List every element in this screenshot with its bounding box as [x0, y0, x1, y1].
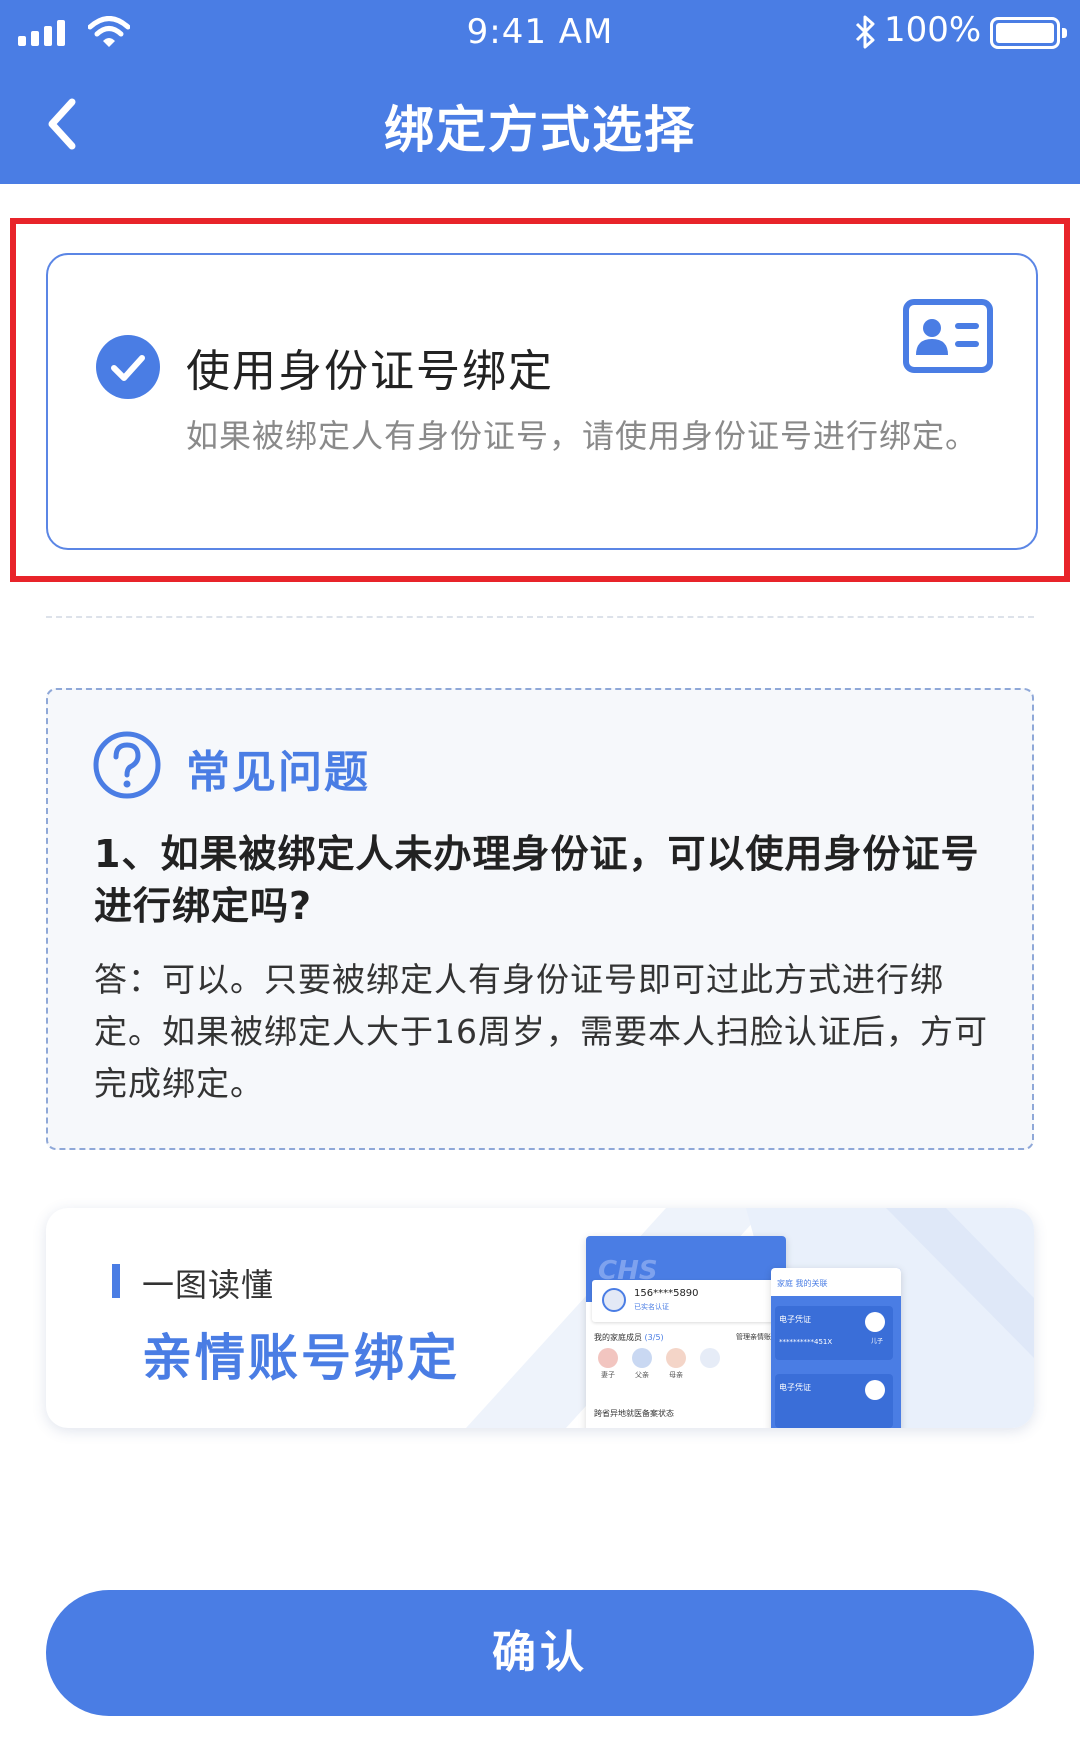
banner-subtitle: 一图读懂	[142, 1266, 275, 1304]
avatar	[602, 1288, 626, 1312]
battery-icon	[990, 17, 1067, 49]
id-binding-option[interactable]: 使用身份证号绑定 如果被绑定人有身份证号，请使用身份证号进行绑定。	[46, 253, 1038, 550]
status-bar: 9:41 AM 100%	[0, 0, 1080, 64]
faq-answer: 答：可以。只要被绑定人有身份证号即可过此方式进行绑定。如果被绑定人大于16周岁，…	[94, 960, 988, 1103]
family-account-banner[interactable]: 一图读懂 亲情账号绑定 CHS 156****5890 已实名认证 我的家庭成员…	[46, 1208, 1034, 1428]
divider	[46, 616, 1034, 618]
bluetooth-icon	[855, 15, 875, 49]
banner-title: 亲情账号绑定	[142, 1329, 460, 1387]
banner-accent-bar	[112, 1264, 120, 1298]
battery-percent: 100%	[884, 10, 982, 50]
phone-mockup-home: CHS 156****5890 已实名认证 我的家庭成员 (3/5) 管理亲情账…	[586, 1236, 786, 1428]
check-circle-icon	[96, 335, 160, 399]
mockup-member: 母亲	[662, 1348, 690, 1380]
faq-title: 常见问题	[186, 747, 370, 798]
mockup-cert-card: 电子凭证 **********451X 儿子	[775, 1306, 893, 1360]
faq-question: 1、如果被绑定人未办理身份证，可以使用身份证号进行绑定吗?	[94, 832, 980, 928]
mockup-tabs: 家庭 我的关联	[771, 1268, 901, 1296]
faq-section: 常见问题 1、如果被绑定人未办理身份证，可以使用身份证号进行绑定吗? 答：可以。…	[46, 688, 1034, 1150]
mockup-cert-card: 电子凭证	[775, 1374, 893, 1428]
mockup-phone: 156****5890	[634, 1288, 699, 1299]
mockup-add-member	[696, 1348, 724, 1368]
question-circle-icon	[93, 731, 161, 799]
header: 9:41 AM 100% 绑定方式选择	[0, 0, 1080, 184]
page-title: 绑定方式选择	[384, 101, 696, 159]
phone-mockup-certificate: 家庭 我的关联 电子凭证 **********451X 儿子 电子凭证	[771, 1268, 901, 1428]
id-card-icon	[903, 299, 993, 373]
mockup-verified: 已实名认证	[634, 1303, 669, 1311]
option-title: 使用身份证号绑定	[186, 346, 554, 397]
confirm-button[interactable]: 确认	[46, 1590, 1034, 1716]
mockup-status: 跨省异地就医备案状态	[594, 1409, 674, 1418]
mockup-member: 父亲	[628, 1348, 656, 1380]
mockup-members-label: 我的家庭成员 (3/5)	[594, 1333, 664, 1342]
option-description: 如果被绑定人有身份证号，请使用身份证号进行绑定。	[186, 417, 979, 455]
mockup-member: 妻子	[594, 1348, 622, 1380]
